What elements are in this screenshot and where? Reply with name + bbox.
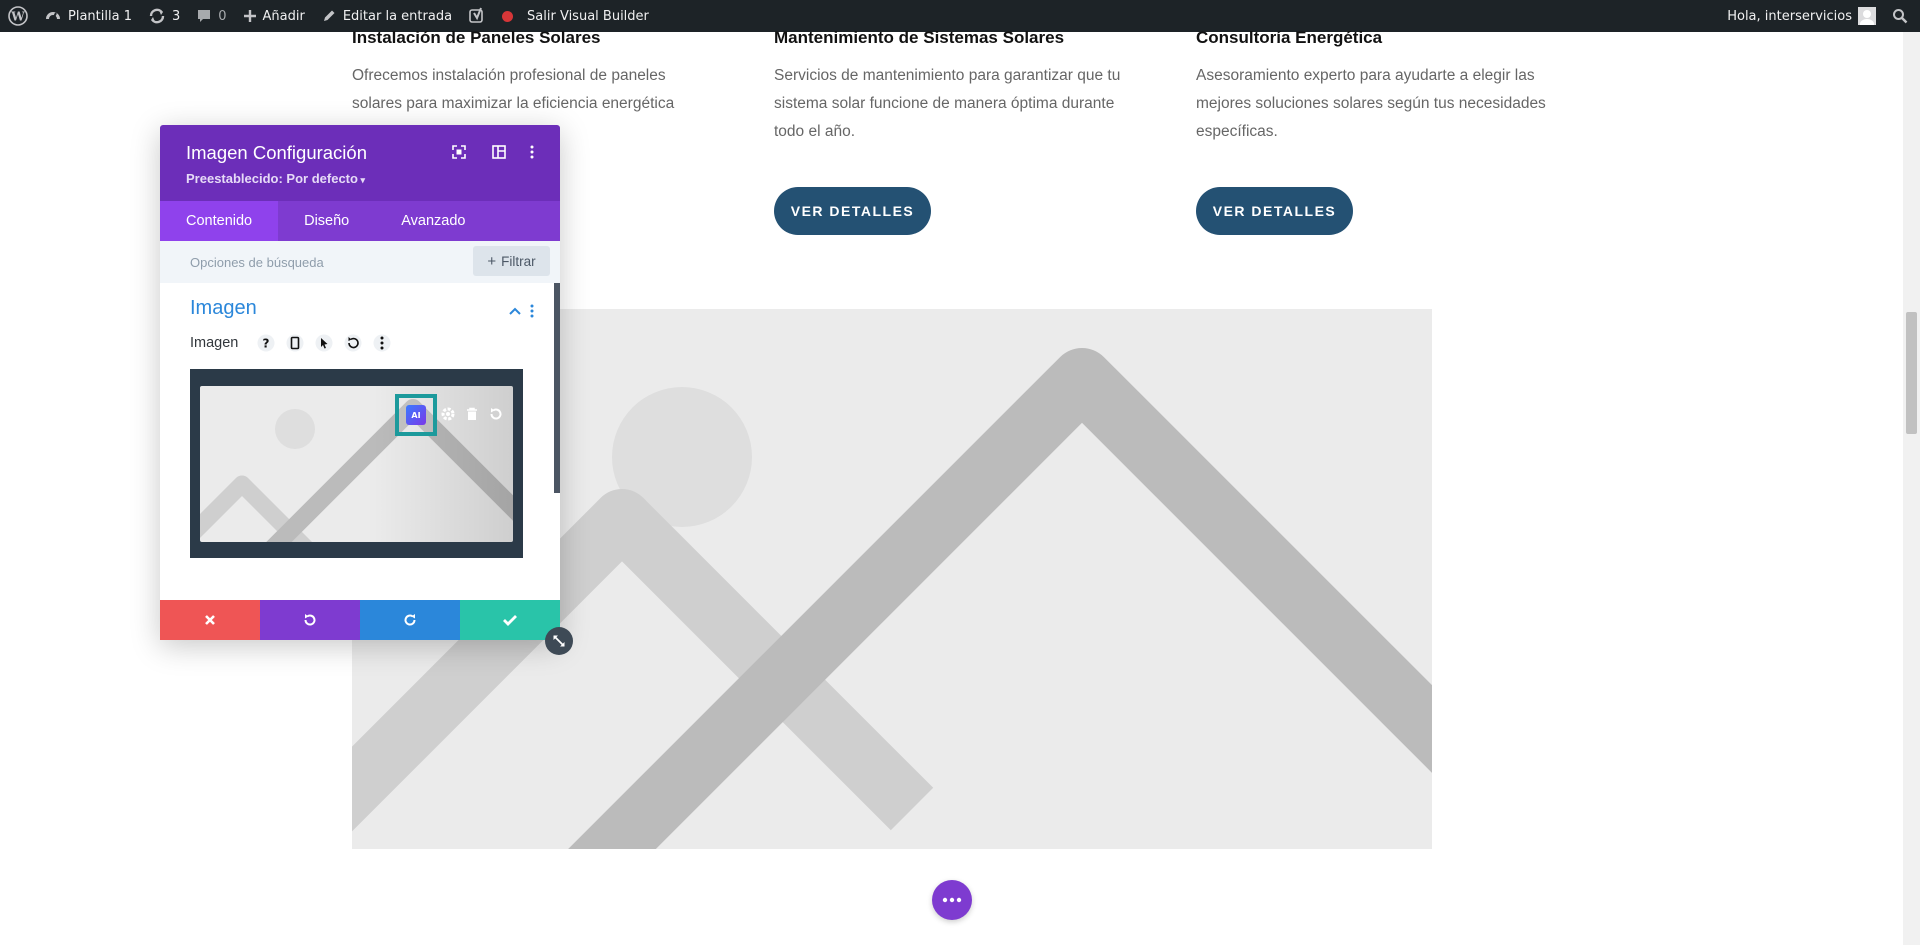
hover-cursor-icon[interactable] — [315, 334, 333, 352]
redo-button[interactable] — [360, 600, 460, 640]
redo-icon — [404, 614, 416, 626]
service-description: Servicios de mantenimiento para garantiz… — [774, 67, 1121, 140]
resize-handle[interactable] — [545, 627, 573, 655]
service-column-2: Mantenimiento de Sistemas Solares Servic… — [774, 26, 1124, 146]
pencil-icon — [323, 10, 335, 21]
updates-link[interactable]: 3 — [140, 0, 188, 32]
tab-content[interactable]: Contenido — [160, 201, 279, 241]
reset-icon[interactable] — [344, 334, 362, 352]
kebab-menu-icon[interactable] — [523, 143, 541, 161]
avatar — [1858, 7, 1876, 25]
image-reset-icon[interactable] — [486, 404, 506, 424]
modal-header: Imagen Configuración Preestablecido: Por… — [160, 125, 560, 241]
add-new-label: Añadir — [262, 8, 305, 24]
search-input[interactable]: Opciones de búsqueda — [190, 255, 324, 270]
service-column-1: Instalación de Paneles Solares Ofrecemos… — [352, 26, 702, 118]
save-button[interactable] — [460, 600, 560, 640]
section-menu-icon[interactable] — [530, 303, 536, 318]
more-options-button[interactable] — [932, 880, 972, 920]
updates-icon — [149, 8, 165, 24]
filter-button[interactable]: Filtrar — [473, 246, 550, 276]
service-column-3: Consultoría Energética Asesoramiento exp… — [1196, 26, 1546, 146]
comments-icon — [198, 10, 211, 22]
service-title: Consultoría Energética — [1196, 28, 1383, 47]
gear-icon[interactable] — [438, 404, 458, 424]
chevron-up-icon[interactable] — [508, 303, 522, 317]
site-name-link[interactable]: Plantilla 1 — [36, 0, 140, 32]
resize-arrows-icon — [553, 635, 565, 647]
image-settings-modal: Imagen Configuración Preestablecido: Por… — [160, 125, 560, 640]
tab-design[interactable]: Diseño — [278, 201, 375, 241]
service-title: Mantenimiento de Sistemas Solares — [774, 28, 1065, 47]
dashboard-icon — [46, 12, 60, 20]
wordpress-logo-icon[interactable]: W — [0, 0, 36, 32]
options-search-bar: Opciones de búsqueda Filtrar — [160, 241, 560, 283]
columns-layout-icon[interactable] — [490, 143, 508, 161]
expand-icon[interactable] — [450, 143, 468, 161]
trash-icon[interactable] — [462, 404, 482, 424]
ai-icon: AI — [406, 405, 426, 425]
ai-generate-button[interactable]: AI — [395, 394, 437, 436]
tab-advanced[interactable]: Avanzado — [375, 201, 491, 241]
modal-footer — [160, 600, 560, 640]
edit-post-label: Editar la entrada — [342, 8, 453, 24]
help-icon[interactable]: ? — [257, 334, 275, 352]
undo-button[interactable] — [260, 600, 360, 640]
comments-count: 0 — [218, 8, 227, 24]
my-account-link[interactable]: Hola, interservicios — [1719, 0, 1884, 32]
service-description: Asesoramiento experto para ayudarte a el… — [1196, 67, 1546, 140]
greeting-label: Hola, interservicios — [1727, 8, 1852, 24]
field-label: Imagen — [190, 335, 239, 351]
admin-search-icon[interactable] — [1884, 0, 1920, 32]
modal-title: Imagen Configuración — [186, 142, 367, 163]
responsive-icon[interactable] — [286, 334, 304, 352]
discard-button[interactable] — [160, 600, 260, 640]
updates-count: 3 — [171, 8, 181, 24]
preset-dropdown[interactable]: Preestablecido: Por defecto — [186, 171, 365, 186]
comments-link[interactable]: 0 — [188, 0, 234, 32]
modal-tabs: Contenido Diseño Avanzado — [160, 201, 560, 241]
section-title[interactable]: Imagen — [190, 297, 257, 320]
modal-body: Imagen Imagen ? AI — [160, 283, 560, 583]
page-scrollbar[interactable] — [1903, 32, 1920, 945]
recording-dot-icon — [502, 10, 514, 22]
view-details-button[interactable]: VER DETALLES — [1196, 187, 1353, 235]
exit-builder-label: Salir Visual Builder — [527, 8, 649, 24]
field-menu-icon[interactable] — [373, 334, 391, 352]
image-preview: AI — [200, 386, 513, 542]
checkmark-icon — [503, 615, 517, 626]
plus-icon — [243, 10, 256, 22]
image-upload-field[interactable]: AI — [190, 369, 523, 558]
service-description: Ofrecemos instalación profesional de pan… — [352, 67, 675, 112]
scrollbar-thumb[interactable] — [1906, 312, 1917, 434]
add-new-link[interactable]: Añadir — [235, 0, 313, 32]
undo-icon — [304, 614, 316, 626]
ellipsis-icon — [942, 897, 962, 903]
svg-text:?: ? — [263, 337, 270, 351]
close-icon — [205, 615, 215, 625]
service-title: Instalación de Paneles Solares — [352, 28, 601, 47]
site-name: Plantilla 1 — [68, 8, 132, 24]
view-details-button[interactable]: VER DETALLES — [774, 187, 931, 235]
modal-scrollbar[interactable] — [554, 283, 560, 493]
svg-text:W: W — [10, 10, 25, 24]
